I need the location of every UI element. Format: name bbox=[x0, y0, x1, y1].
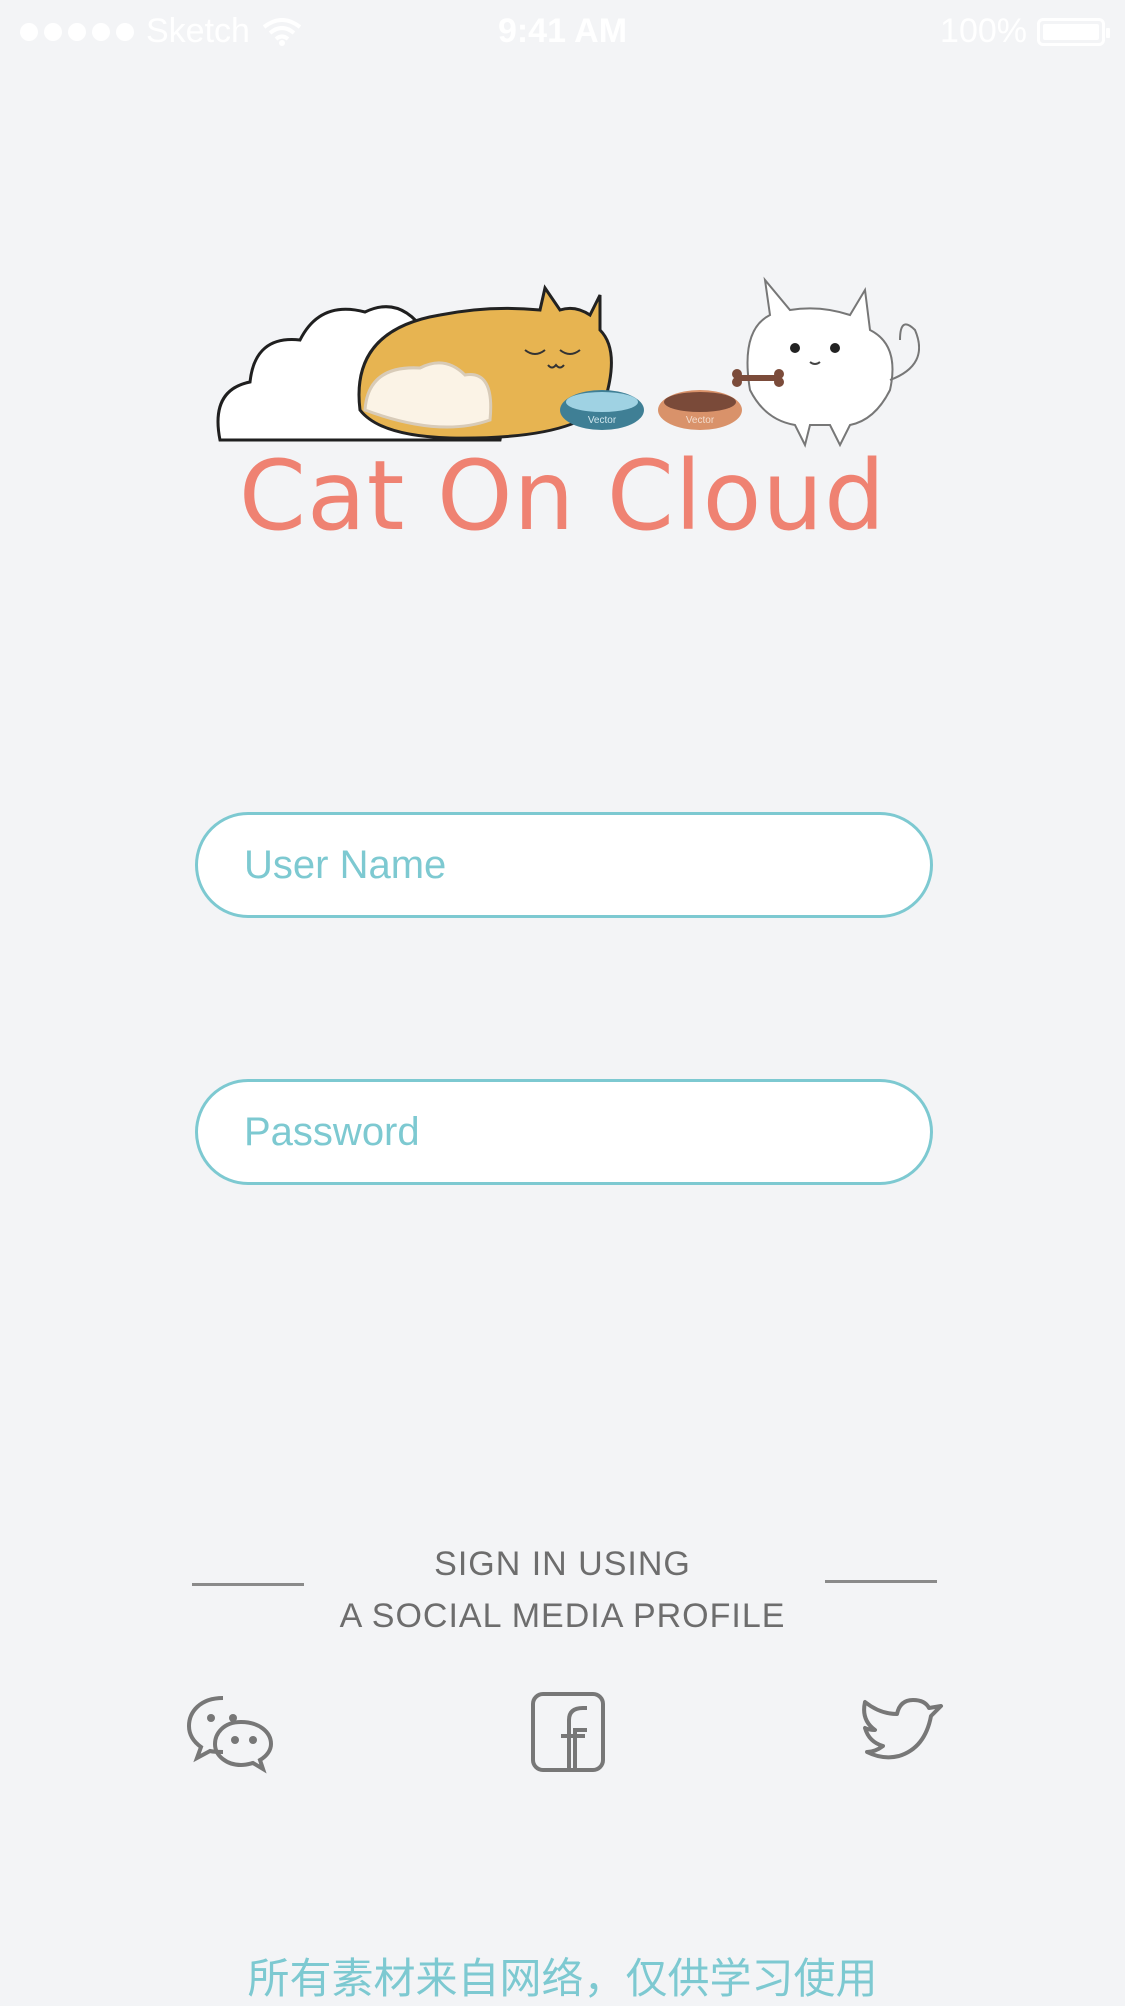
social-heading-line1: SIGN IN USING bbox=[434, 1545, 691, 1583]
wechat-icon bbox=[186, 1696, 274, 1774]
username-input[interactable] bbox=[242, 815, 890, 915]
app-title: Cat On Cloud bbox=[238, 440, 887, 552]
status-bar: Sketch 9:41 AM 100% bbox=[0, 0, 1125, 60]
battery-icon bbox=[1037, 17, 1110, 46]
username-field-container bbox=[195, 812, 933, 918]
battery-percentage: 100% bbox=[940, 12, 1027, 50]
cat-on-cloud-illustration: Vector Vector bbox=[216, 276, 920, 448]
twitter-button[interactable] bbox=[855, 1690, 945, 1774]
status-right: 100% bbox=[940, 12, 1110, 51]
password-input[interactable] bbox=[242, 1082, 890, 1182]
twitter-icon bbox=[862, 1698, 943, 1760]
bowl-left-label: Vector bbox=[588, 415, 617, 426]
water-bowl-icon: Vector bbox=[560, 390, 644, 430]
food-bowl-icon: Vector bbox=[658, 390, 742, 430]
social-signin-heading: SIGN IN USING A SOCIAL MEDIA PROFILE bbox=[0, 1538, 1125, 1642]
facebook-button[interactable] bbox=[525, 1690, 615, 1774]
social-heading-line2: A SOCIAL MEDIA PROFILE bbox=[339, 1597, 786, 1635]
wechat-button[interactable] bbox=[185, 1690, 275, 1774]
password-field-container bbox=[195, 1079, 933, 1185]
bowl-right-label: Vector bbox=[686, 415, 715, 426]
kitten-icon bbox=[732, 276, 920, 448]
footer-note: 所有素材来自网络，仅供学习使用 bbox=[247, 1954, 878, 2003]
battery-fill bbox=[1043, 23, 1099, 40]
facebook-icon bbox=[531, 1692, 605, 1772]
